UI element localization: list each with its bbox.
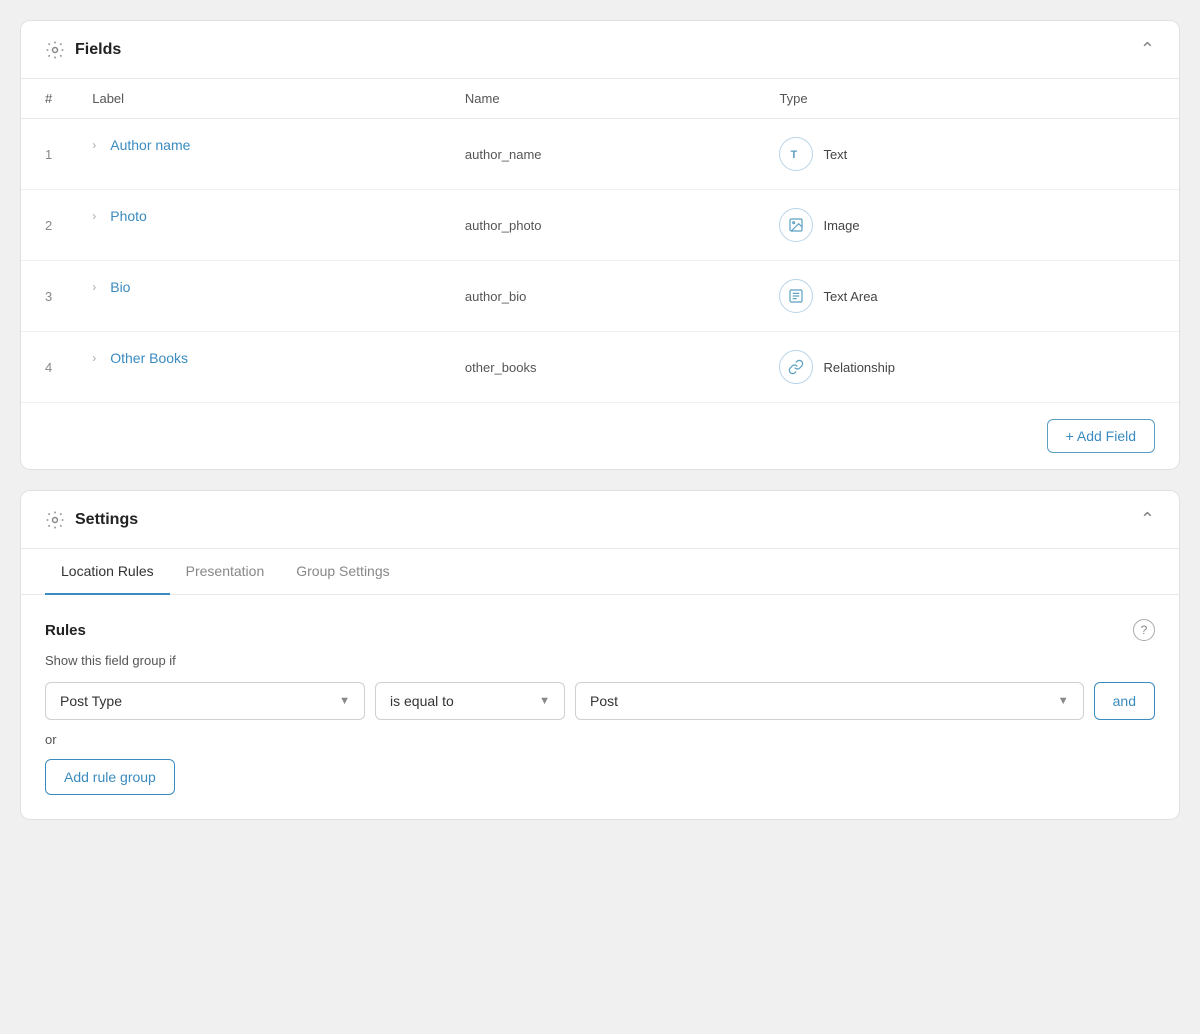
tab-location-rules[interactable]: Location Rules — [45, 549, 170, 595]
value-select[interactable]: Post ▼ — [575, 682, 1084, 720]
svg-text:T: T — [791, 149, 798, 161]
field-type: Image — [759, 190, 1179, 261]
fields-panel-title: Fields — [75, 41, 121, 59]
field-type: Text Area — [759, 261, 1179, 332]
settings-panel-collapse-icon[interactable]: ⌃ — [1140, 509, 1155, 530]
post-type-select[interactable]: Post Type ▼ — [45, 682, 365, 720]
operator-select[interactable]: is equal to ▼ — [375, 682, 565, 720]
row-expand-icon[interactable]: › — [92, 209, 96, 223]
settings-panel-title: Settings — [75, 511, 138, 529]
settings-panel: Settings ⌃ Location Rules Presentation G… — [20, 490, 1180, 820]
help-icon[interactable]: ? — [1133, 619, 1155, 641]
type-icon: T — [779, 137, 813, 171]
fields-panel-collapse-icon[interactable]: ⌃ — [1140, 39, 1155, 60]
settings-panel-header: Settings ⌃ — [21, 491, 1179, 549]
row-expand-icon[interactable]: › — [92, 138, 96, 152]
field-type: Relationship — [759, 332, 1179, 403]
field-label[interactable]: Author name — [110, 137, 190, 153]
field-label[interactable]: Bio — [110, 279, 130, 295]
post-type-caret: ▼ — [339, 695, 350, 707]
rules-header: Rules ? — [45, 619, 1155, 641]
col-label: Label — [72, 79, 445, 119]
post-type-value: Post Type — [60, 693, 122, 709]
col-hash: # — [21, 79, 72, 119]
settings-content: Rules ? Show this field group if Post Ty… — [21, 595, 1179, 819]
or-label: or — [45, 732, 1155, 747]
settings-panel-title-group: Settings — [45, 510, 138, 530]
value-caret: ▼ — [1058, 695, 1069, 707]
field-type: T Text — [759, 119, 1179, 190]
settings-tabs: Location Rules Presentation Group Settin… — [21, 549, 1179, 595]
field-name: author_bio — [445, 261, 760, 332]
tab-group-settings[interactable]: Group Settings — [280, 549, 405, 595]
field-label[interactable]: Other Books — [110, 350, 188, 366]
show-if-label: Show this field group if — [45, 653, 1155, 668]
type-icon — [779, 279, 813, 313]
and-button[interactable]: and — [1094, 682, 1155, 720]
row-number: 1 — [21, 119, 72, 190]
rule-row: Post Type ▼ is equal to ▼ Post ▼ and — [45, 682, 1155, 720]
type-label: Text — [823, 147, 847, 162]
table-row: 1 › Author name author_name T Text — [21, 119, 1179, 190]
rules-title: Rules — [45, 622, 86, 639]
col-name: Name — [445, 79, 760, 119]
fields-icon — [45, 40, 65, 60]
fields-panel-title-group: Fields — [45, 40, 121, 60]
tab-presentation[interactable]: Presentation — [170, 549, 281, 595]
operator-caret: ▼ — [539, 695, 550, 707]
fields-panel: Fields ⌃ # Label Name Type 1 › Author name… — [20, 20, 1180, 470]
type-label: Text Area — [823, 289, 877, 304]
row-number: 4 — [21, 332, 72, 403]
col-type: Type — [759, 79, 1179, 119]
field-name: author_photo — [445, 190, 760, 261]
fields-panel-header: Fields ⌃ — [21, 21, 1179, 79]
type-label: Image — [823, 218, 859, 233]
field-label[interactable]: Photo — [110, 208, 147, 224]
value-value: Post — [590, 693, 618, 709]
field-name: other_books — [445, 332, 760, 403]
field-name: author_name — [445, 119, 760, 190]
table-row: 3 › Bio author_bio Text Area — [21, 261, 1179, 332]
row-expand-icon[interactable]: › — [92, 280, 96, 294]
fields-table: # Label Name Type 1 › Author name author_na… — [21, 79, 1179, 402]
table-row: 2 › Photo author_photo Image — [21, 190, 1179, 261]
add-field-button[interactable]: + Add Field — [1047, 419, 1155, 453]
row-number: 2 — [21, 190, 72, 261]
settings-icon — [45, 510, 65, 530]
add-rule-group-button[interactable]: Add rule group — [45, 759, 175, 795]
row-expand-icon[interactable]: › — [92, 351, 96, 365]
operator-value: is equal to — [390, 693, 454, 709]
type-icon — [779, 350, 813, 384]
add-field-row: + Add Field — [21, 402, 1179, 469]
row-number: 3 — [21, 261, 72, 332]
table-row: 4 › Other Books other_books Relationship — [21, 332, 1179, 403]
type-icon — [779, 208, 813, 242]
type-label: Relationship — [823, 360, 895, 375]
